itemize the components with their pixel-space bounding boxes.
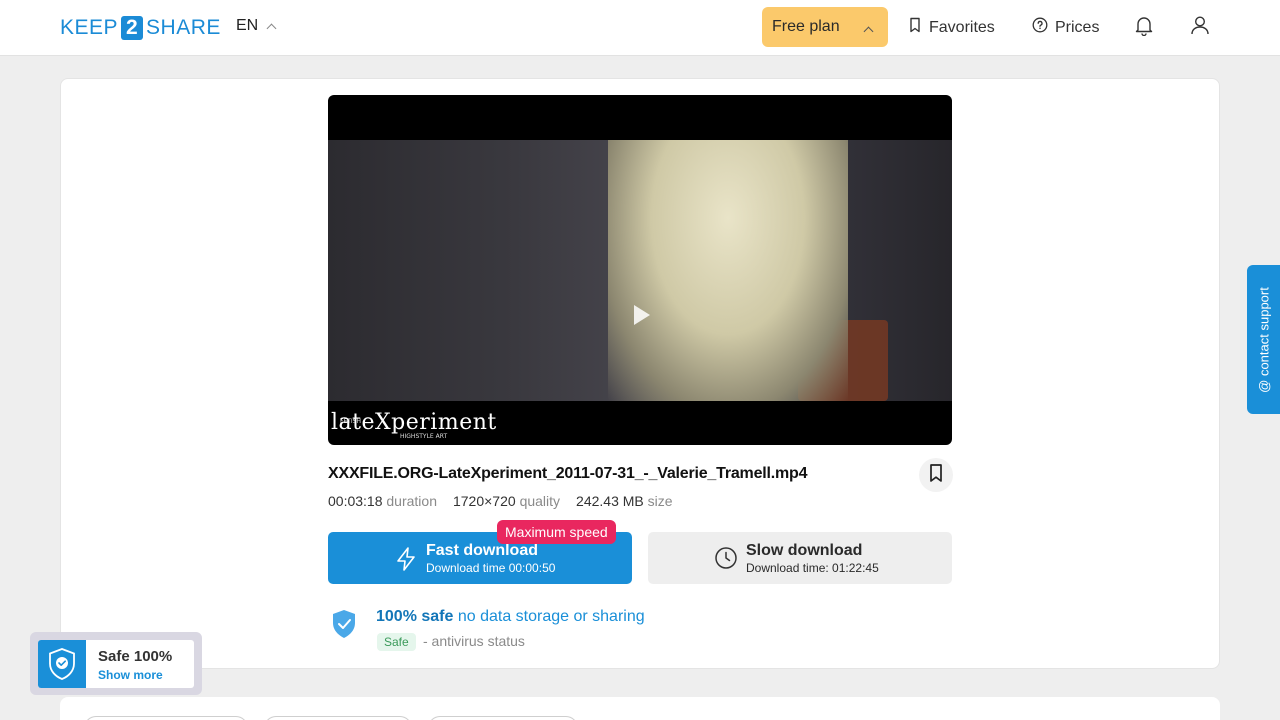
play-icon[interactable] — [634, 305, 650, 325]
logo-number: 2 — [121, 16, 144, 40]
slow-download-title: Slow download — [746, 542, 863, 559]
show-more-link[interactable]: Show more — [98, 668, 163, 682]
duration-value: 00:03:18 — [328, 493, 383, 509]
quality-info: 1720×720 quality — [453, 493, 560, 509]
antivirus-status-text: - antivirus status — [423, 633, 525, 649]
top-header: KEEP 2 SHARE EN Free plan Favorites Pric… — [0, 0, 1280, 56]
safety-strong: 100% safe — [376, 608, 454, 625]
max-speed-badge: Maximum speed — [497, 520, 616, 544]
bell-icon — [1133, 14, 1155, 41]
bottom-tab[interactable] — [264, 716, 412, 720]
bottom-tab[interactable] — [428, 716, 578, 720]
duration-info: 00:03:18 duration — [328, 493, 437, 509]
shield-check-icon — [38, 640, 86, 688]
prices-link[interactable]: Prices — [1032, 17, 1099, 38]
notifications-button[interactable] — [1131, 14, 1157, 40]
file-meta: 00:03:18 duration 1720×720 quality 242.4… — [328, 493, 673, 509]
contact-support-tab[interactable]: @ contact support — [1247, 265, 1280, 414]
safe-status-badge: Safe — [377, 633, 416, 651]
safe-widget[interactable]: Safe 100% Show more — [30, 632, 202, 695]
help-circle-icon — [1032, 17, 1048, 38]
favorites-link[interactable]: Favorites — [908, 17, 995, 38]
bookmark-icon — [928, 463, 944, 488]
contact-support-label: @ contact support — [1256, 286, 1271, 393]
logo-text-right: SHARE — [146, 16, 221, 39]
shield-check-icon — [330, 608, 358, 645]
fast-download-time: Download time 00:00:50 — [426, 561, 556, 575]
file-name: XXXFILE.ORG-LateXperiment_2011-07-31_-_V… — [328, 465, 808, 482]
user-icon — [1189, 14, 1211, 41]
video-figure-shape — [608, 140, 848, 401]
quality-value: 1720×720 — [452, 493, 516, 509]
slow-download-time: Download time: 01:22:45 — [746, 561, 879, 575]
safety-rest: no data storage or sharing — [453, 608, 645, 625]
lightning-icon — [394, 546, 418, 577]
chevron-up-icon — [266, 23, 277, 34]
safe-widget-body: Safe 100% Show more — [38, 640, 194, 688]
chevron-up-icon — [863, 26, 874, 37]
video-preview[interactable]: FETISH lateXperiment HIGHSTYLE ART — [328, 95, 952, 445]
bottom-tab[interactable] — [84, 716, 248, 720]
clock-icon — [714, 546, 738, 575]
safe-widget-title: Safe 100% — [98, 648, 173, 665]
add-favorite-button[interactable] — [919, 458, 953, 492]
watermark-logo: lateXperiment — [331, 410, 497, 435]
account-button[interactable] — [1187, 14, 1213, 40]
fast-download-title: Fast download — [426, 542, 538, 559]
size-label: size — [647, 493, 673, 509]
language-selector[interactable]: EN — [236, 17, 277, 35]
prices-label: Prices — [1055, 18, 1100, 36]
slow-download-button[interactable]: Slow download Download time: 01:22:45 — [648, 532, 952, 584]
site-logo[interactable]: KEEP 2 SHARE — [60, 14, 221, 42]
safety-headline: 100% safe no data storage or sharing — [376, 608, 645, 626]
bookmark-icon — [908, 17, 922, 38]
plan-label: Free plan — [772, 18, 840, 35]
quality-label: quality — [519, 493, 561, 509]
duration-label: duration — [386, 493, 437, 509]
video-frame: FETISH lateXperiment HIGHSTYLE ART — [328, 140, 952, 440]
logo-text-left: KEEP — [60, 16, 119, 39]
free-plan-button[interactable]: Free plan — [762, 7, 888, 47]
watermark-sub: HIGHSTYLE ART — [400, 433, 448, 440]
size-value: 242.43 MB — [576, 493, 644, 509]
size-info: 242.43 MB size — [576, 493, 673, 509]
language-label: EN — [236, 17, 259, 34]
favorites-label: Favorites — [929, 18, 995, 36]
